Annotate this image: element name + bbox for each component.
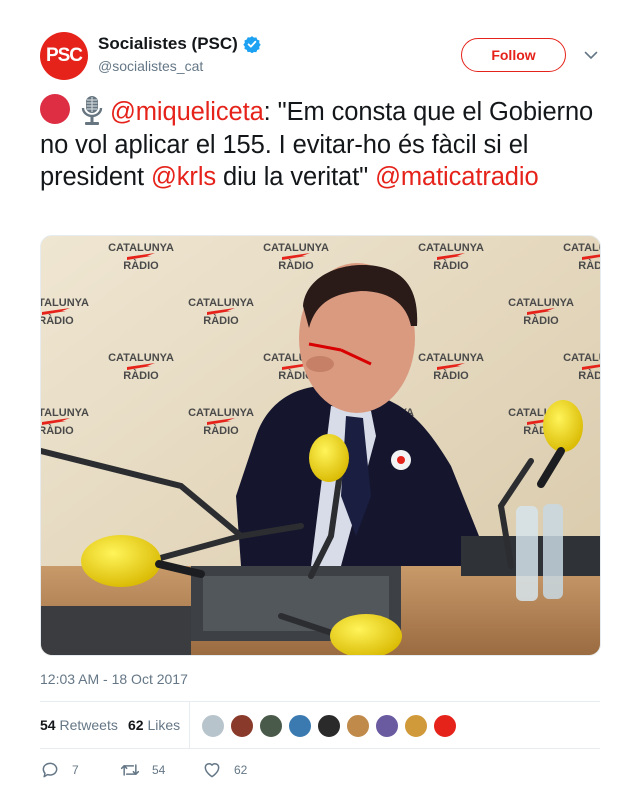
svg-text:RÀDIO: RÀDIO: [578, 369, 601, 382]
tweet-header: PSC Socialistes (PSC) @socialistes_cat F…: [40, 30, 605, 82]
svg-text:RÀDIO: RÀDIO: [433, 369, 469, 382]
svg-text:CATALUNYA: CATALUNYA: [418, 242, 484, 254]
svg-text:CATALUNYA: CATALUNYA: [563, 242, 601, 254]
retweets-label: Retweets: [59, 717, 118, 733]
heart-icon: [204, 763, 220, 778]
avatar-label: PSC: [45, 45, 83, 66]
liker-avatars: [201, 714, 462, 738]
tweet-stats: 54 Retweets 62 Likes: [40, 701, 600, 749]
liker-avatar[interactable]: [230, 714, 254, 738]
liker-avatar[interactable]: [317, 714, 341, 738]
retweets-count: 54: [40, 717, 56, 733]
reply-count: 7: [72, 763, 79, 777]
liker-avatar[interactable]: [201, 714, 225, 738]
svg-text:RÀDIO: RÀDIO: [41, 314, 74, 327]
liker-avatar[interactable]: [259, 714, 283, 738]
svg-text:RÀDIO: RÀDIO: [523, 314, 559, 327]
mention-link[interactable]: @maticatradio: [375, 163, 539, 191]
liker-avatar[interactable]: [404, 714, 428, 738]
retweet-action[interactable]: 54: [120, 760, 165, 780]
svg-text:CATALUNYA: CATALUNYA: [41, 407, 89, 419]
svg-text:CATALUNYA: CATALUNYA: [263, 242, 329, 254]
follow-button[interactable]: Follow: [461, 38, 566, 72]
tweet-text: @miqueliceta: "Em consta que el Gobierno…: [40, 94, 605, 194]
svg-text:CATALUNYA: CATALUNYA: [41, 297, 89, 309]
mention-link[interactable]: @krls: [151, 163, 216, 191]
avatar[interactable]: PSC: [40, 32, 88, 80]
svg-text:RÀDIO: RÀDIO: [123, 369, 159, 382]
red-circle-emoji-icon: [40, 94, 70, 124]
likes-label: Likes: [147, 717, 181, 733]
svg-text:CATALUNYA: CATALUNYA: [108, 242, 174, 254]
retweet-count: 54: [152, 763, 166, 777]
author-info[interactable]: Socialistes (PSC) @socialistes_cat: [98, 34, 261, 74]
tweet-photo[interactable]: CATALUNYA RÀDIO CATALUNYA RÀDIO CATALUNYA RÀD…: [40, 235, 601, 656]
reply-action[interactable]: 7: [40, 760, 79, 780]
svg-text:CATALUNYA: CATALUNYA: [418, 352, 484, 364]
retweet-icon: [120, 764, 140, 776]
handle[interactable]: @socialistes_cat: [98, 58, 261, 74]
verified-badge-icon: [243, 36, 261, 53]
svg-text:RÀDIO: RÀDIO: [203, 314, 239, 327]
display-name[interactable]: Socialistes (PSC): [98, 34, 261, 54]
display-name-text: Socialistes (PSC): [98, 34, 238, 53]
likes-count: 62: [128, 717, 144, 733]
like-action[interactable]: 62: [202, 760, 247, 780]
stats-divider: [189, 702, 190, 749]
svg-text:RÀDIO: RÀDIO: [203, 424, 239, 437]
svg-text:CATALUNYA: CATALUNYA: [188, 297, 254, 309]
svg-text:CATALUNYA: CATALUNYA: [508, 297, 574, 309]
retweets-stat[interactable]: 54 Retweets: [40, 717, 118, 733]
svg-text:RÀDIO: RÀDIO: [578, 259, 601, 272]
svg-text:CATALUNYA: CATALUNYA: [563, 352, 601, 364]
svg-text:RÀDIO: RÀDIO: [123, 259, 159, 272]
mention-link[interactable]: @miqueliceta: [110, 98, 264, 126]
like-count: 62: [234, 763, 248, 777]
liker-avatar[interactable]: [375, 714, 399, 738]
svg-text:CATALUNYA: CATALUNYA: [108, 352, 174, 364]
liker-avatar[interactable]: [346, 714, 370, 738]
microphone-emoji-icon: [81, 96, 103, 125]
radio-studio-photo: CATALUNYA RÀDIO CATALUNYA RÀDIO CATALUNYA RÀD…: [41, 236, 601, 655]
reply-icon: [42, 762, 58, 778]
likes-stat[interactable]: 62 Likes: [128, 717, 180, 733]
svg-text:RÀDIO: RÀDIO: [41, 424, 74, 437]
tweet-text-part: diu la veritat": [216, 163, 376, 191]
liker-avatar[interactable]: [288, 714, 312, 738]
svg-text:RÀDIO: RÀDIO: [278, 259, 314, 272]
liker-avatar[interactable]: [433, 714, 457, 738]
svg-text:CATALUNYA: CATALUNYA: [188, 407, 254, 419]
chevron-down-icon[interactable]: [582, 46, 600, 64]
svg-text:RÀDIO: RÀDIO: [433, 259, 469, 272]
tweet-timestamp[interactable]: 12:03 AM - 18 Oct 2017: [40, 671, 188, 687]
